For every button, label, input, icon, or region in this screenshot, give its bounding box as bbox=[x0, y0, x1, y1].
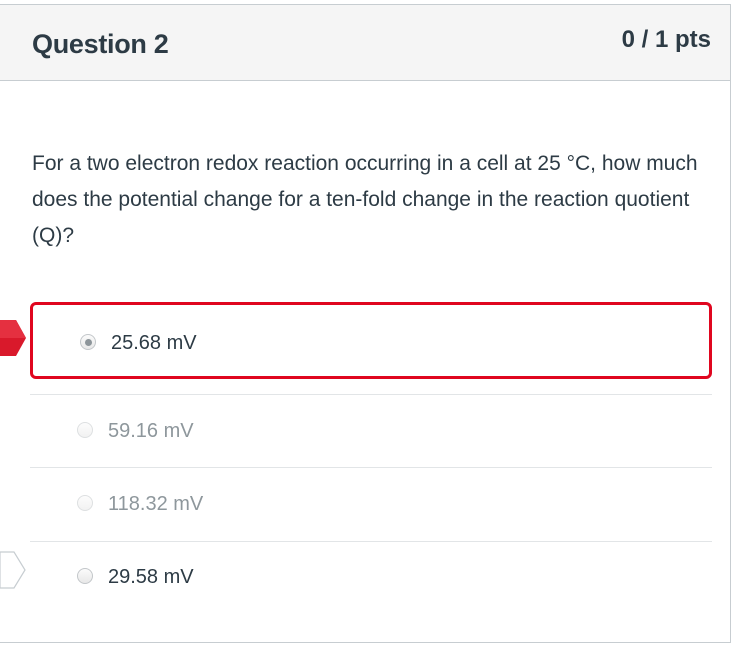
question-points: 0 / 1 pts bbox=[621, 26, 711, 53]
question-header: Question 2 0 / 1 pts bbox=[0, 5, 730, 81]
question-title: Question 2 bbox=[32, 29, 169, 59]
answer-option-1[interactable]: 25.68 mV bbox=[30, 302, 712, 379]
answer-label: 118.32 mV bbox=[108, 493, 204, 515]
answer-label: 59.16 mV bbox=[108, 420, 194, 442]
answer-option-3[interactable]: 118.32 mV bbox=[30, 468, 712, 540]
question-text: For a two electron redox reaction occurr… bbox=[32, 152, 698, 247]
radio-button[interactable] bbox=[77, 495, 93, 511]
you-answered-flag-icon bbox=[0, 320, 26, 356]
answer-option-4[interactable]: 29.58 mV bbox=[30, 542, 712, 614]
radio-button[interactable] bbox=[77, 422, 93, 438]
radio-button-selected[interactable] bbox=[80, 334, 96, 350]
correct-answer-flag-icon bbox=[0, 551, 26, 589]
answer-label: 25.68 mV bbox=[111, 332, 197, 354]
answer-label: 29.58 mV bbox=[108, 566, 194, 588]
radio-button[interactable] bbox=[77, 568, 93, 584]
answer-option-2[interactable]: 59.16 mV bbox=[30, 395, 712, 467]
